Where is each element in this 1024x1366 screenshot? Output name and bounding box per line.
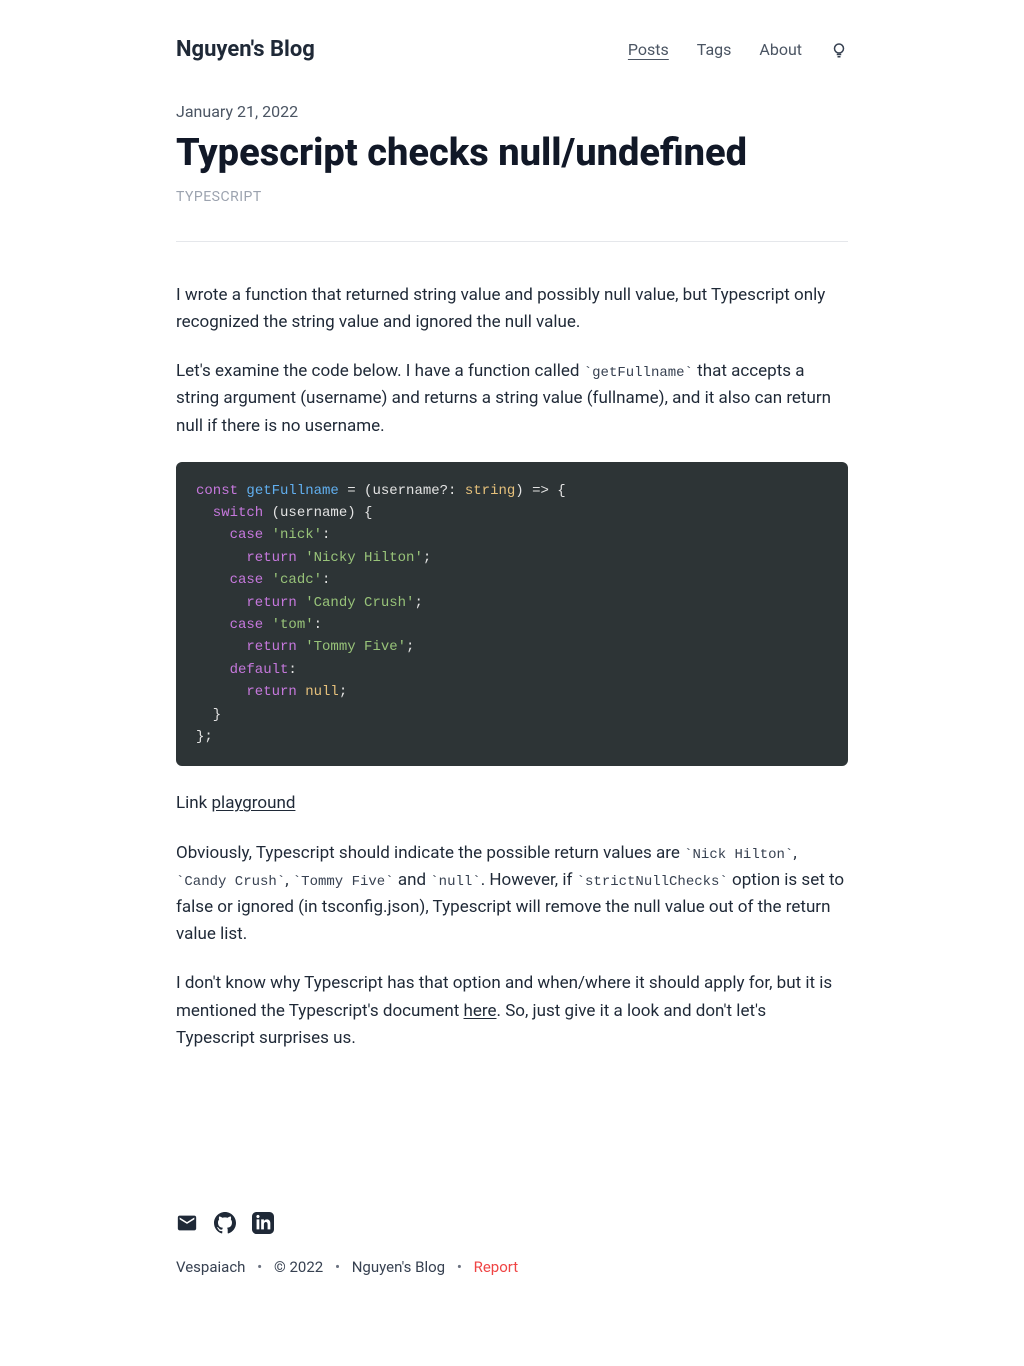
playground-link[interactable]: playground xyxy=(212,793,296,813)
code-string: 'Candy Crush' xyxy=(297,595,415,611)
code-keyword: return xyxy=(196,639,297,655)
site-header: Nguyen's Blog Posts Tags About xyxy=(176,0,848,99)
main-nav: Posts Tags About xyxy=(628,37,848,63)
code-text: = (username?: xyxy=(339,483,465,499)
inline-code: `strictNullChecks` xyxy=(577,874,728,890)
nav-posts[interactable]: Posts xyxy=(628,37,669,63)
inline-code-getfullname: `getFullname` xyxy=(584,365,693,381)
inline-code: `Nick Hilton` xyxy=(684,847,793,863)
divider xyxy=(176,241,848,242)
code-keyword: const xyxy=(196,483,238,499)
report-link[interactable]: Report xyxy=(474,1258,519,1276)
code-keyword: switch xyxy=(196,505,263,521)
post-date: January 21, 2022 xyxy=(176,99,848,125)
code-string: 'nick' xyxy=(263,527,322,543)
paragraph-3: Obviously, Typescript should indicate th… xyxy=(176,840,848,949)
lightbulb-icon xyxy=(830,41,848,59)
code-text: (username) { xyxy=(263,505,372,521)
code-keyword: case xyxy=(196,617,263,633)
code-keyword: case xyxy=(196,572,263,588)
text: , xyxy=(793,843,796,863)
inline-code: `Candy Crush` xyxy=(176,874,285,890)
code-keyword: return xyxy=(196,684,297,700)
code-text: ; xyxy=(406,639,414,655)
code-keyword: return xyxy=(196,550,297,566)
code-text: : xyxy=(322,572,330,588)
post-tag[interactable]: TYPESCRIPT xyxy=(176,186,848,208)
code-func: getFullname xyxy=(238,483,339,499)
paragraph-2: Let's examine the code below. I have a f… xyxy=(176,358,848,440)
code-text: ; xyxy=(423,550,431,566)
footer-name: Vespaiach xyxy=(176,1258,245,1276)
text: Link xyxy=(176,793,212,813)
nav-about[interactable]: About xyxy=(759,37,802,63)
code-keyword: case xyxy=(196,527,263,543)
footer-copyright: © 2022 xyxy=(274,1258,323,1276)
github-icon xyxy=(214,1212,236,1234)
text: and xyxy=(394,870,431,890)
email-link[interactable] xyxy=(176,1212,198,1242)
inline-code: `Tommy Five` xyxy=(293,874,394,890)
code-text: : xyxy=(288,662,296,678)
code-text: : xyxy=(322,527,330,543)
code-text: } xyxy=(196,707,221,723)
footer-text: Vespaiach • © 2022 • Nguyen's Blog • Rep… xyxy=(176,1255,848,1279)
code-string: 'Nicky Hilton' xyxy=(297,550,423,566)
separator: • xyxy=(335,1258,340,1276)
paragraph-4: I don't know why Typescript has that opt… xyxy=(176,970,848,1052)
separator: • xyxy=(457,1258,462,1276)
code-string: 'cadc' xyxy=(263,572,322,588)
text: Obviously, Typescript should indicate th… xyxy=(176,843,684,863)
post-title: Typescript checks null/undefined xyxy=(176,131,848,177)
post-content: I wrote a function that returned string … xyxy=(176,282,848,1052)
code-keyword: return xyxy=(196,595,297,611)
email-icon xyxy=(176,1212,198,1234)
docs-link[interactable]: here xyxy=(464,1001,497,1021)
code-text: ; xyxy=(339,684,347,700)
linkedin-link[interactable] xyxy=(252,1212,274,1242)
theme-toggle-button[interactable] xyxy=(830,41,848,59)
code-text: ) => { xyxy=(515,483,565,499)
paragraph-link: Link playground xyxy=(176,790,848,817)
social-icons xyxy=(176,1212,848,1242)
site-footer: Vespaiach • © 2022 • Nguyen's Blog • Rep… xyxy=(176,1212,848,1320)
nav-tags[interactable]: Tags xyxy=(697,37,732,63)
text: Let's examine the code below. I have a f… xyxy=(176,361,584,381)
code-block: const getFullname = (username?: string) … xyxy=(176,462,848,767)
code-text: }; xyxy=(196,729,213,745)
code-type: string xyxy=(465,483,515,499)
linkedin-icon xyxy=(252,1212,274,1234)
text: , xyxy=(285,870,293,890)
site-title[interactable]: Nguyen's Blog xyxy=(176,32,315,67)
text: . However, if xyxy=(481,870,577,890)
code-null: null xyxy=(297,684,339,700)
footer-blog: Nguyen's Blog xyxy=(352,1258,445,1276)
code-text: ; xyxy=(414,595,422,611)
code-text: : xyxy=(314,617,322,633)
separator: • xyxy=(257,1258,262,1276)
inline-code: `null` xyxy=(430,874,480,890)
github-link[interactable] xyxy=(214,1212,236,1242)
post-article: January 21, 2022 Typescript checks null/… xyxy=(176,99,848,1052)
code-string: 'tom' xyxy=(263,617,313,633)
code-keyword: default xyxy=(196,662,288,678)
code-string: 'Tommy Five' xyxy=(297,639,406,655)
paragraph-1: I wrote a function that returned string … xyxy=(176,282,848,336)
